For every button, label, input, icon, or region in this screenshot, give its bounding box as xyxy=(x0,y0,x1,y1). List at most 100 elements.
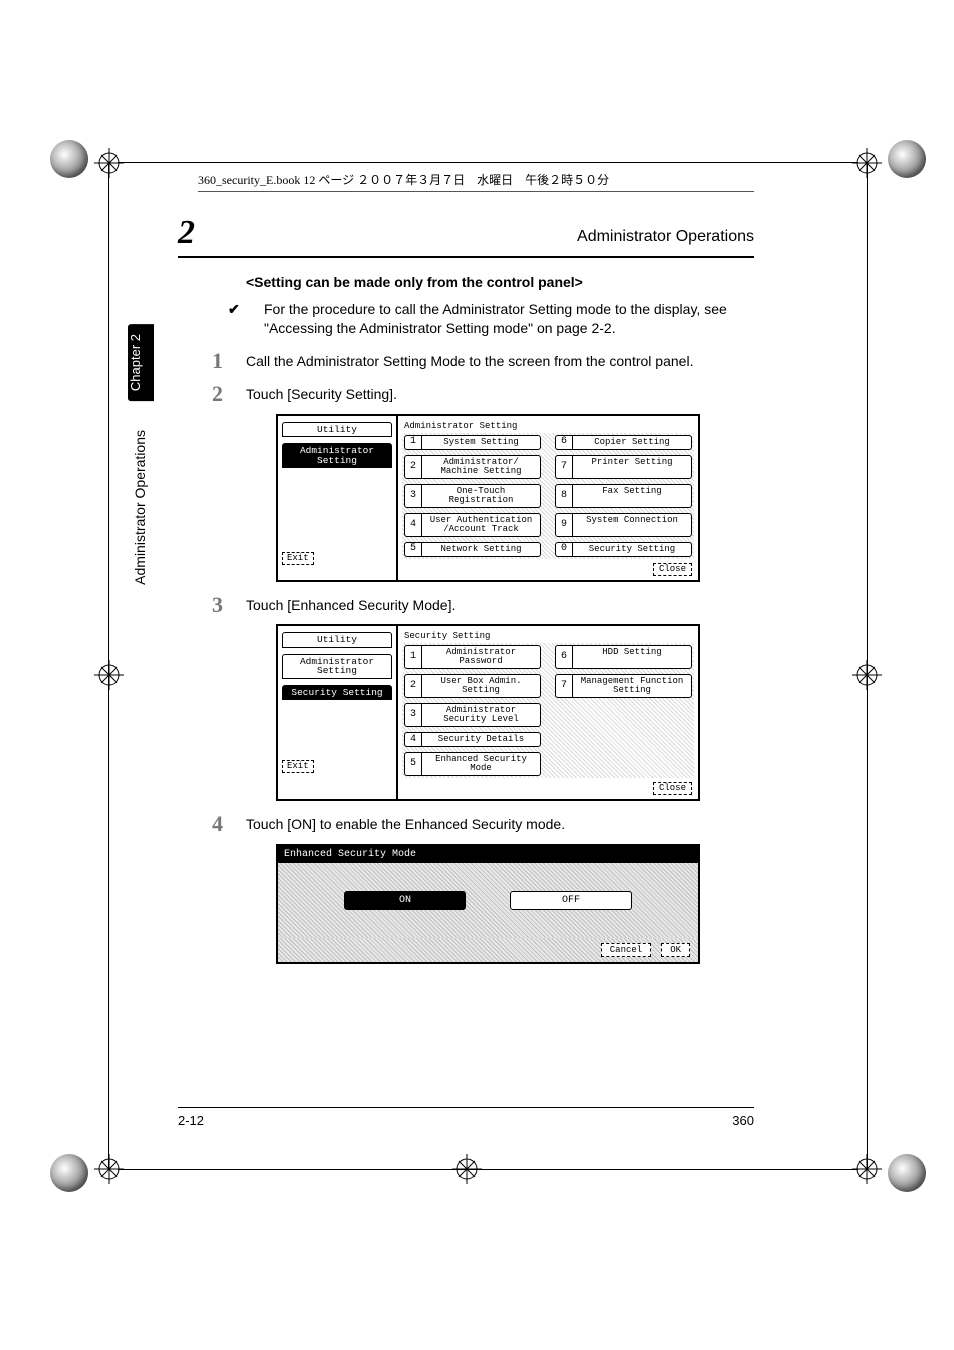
menu-item[interactable]: 5Network Setting xyxy=(404,542,541,557)
menu-item[interactable]: 9System Connection xyxy=(555,513,692,537)
menu-item[interactable]: 8Fax Setting xyxy=(555,484,692,508)
tab-admin-setting[interactable]: Administrator Setting xyxy=(282,443,392,468)
ok-button[interactable]: OK xyxy=(661,943,690,957)
menu-item-number: 4 xyxy=(405,514,422,536)
corner-sphere xyxy=(888,140,926,178)
menu-item[interactable]: 3One-Touch Registration xyxy=(404,484,541,508)
menu-item-number: 3 xyxy=(405,485,422,507)
crop-rule xyxy=(867,162,868,1170)
subheading: <Setting can be made only from the contr… xyxy=(246,274,744,290)
menu-item-label: Administrator Security Level xyxy=(422,704,540,726)
panel-title: Security Setting xyxy=(404,632,692,641)
menu-item[interactable]: 1System Setting xyxy=(404,435,541,450)
step-number: 1 xyxy=(212,348,223,374)
menu-item-label: Enhanced Security Mode xyxy=(422,753,540,775)
menu-item[interactable]: 7Printer Setting xyxy=(555,455,692,479)
step-number: 4 xyxy=(212,811,223,837)
tab-admin-setting[interactable]: Administrator Setting xyxy=(282,654,392,679)
off-button[interactable]: OFF xyxy=(510,891,632,910)
menu-item-number: 9 xyxy=(556,514,573,536)
menu-item-number: 7 xyxy=(556,456,573,478)
step: 1 Call the Administrator Setting Mode to… xyxy=(246,352,744,371)
section-title: Administrator Operations xyxy=(577,228,754,246)
chapter-tab: Chapter 2 xyxy=(128,324,154,401)
step: 3 Touch [Enhanced Security Mode]. xyxy=(246,596,744,615)
menu-item-label: HDD Setting xyxy=(573,646,691,668)
prerequisite-note: ✔For the procedure to call the Administr… xyxy=(264,300,744,338)
menu-item[interactable]: 2User Box Admin. Setting xyxy=(404,674,541,698)
close-button[interactable]: Close xyxy=(653,563,692,576)
menu-item[interactable]: 7Management Function Setting xyxy=(555,674,692,698)
panel-title: Administrator Setting xyxy=(404,422,692,431)
menu-item-label: System Setting xyxy=(422,436,540,449)
menu-item-number: 2 xyxy=(405,675,422,697)
prerequisite-text: For the procedure to call the Administra… xyxy=(264,301,727,336)
sidebar-section-label: Administrator Operations xyxy=(132,430,150,585)
menu-item-label: Management Function Setting xyxy=(573,675,691,697)
menu-item[interactable]: 3Administrator Security Level xyxy=(404,703,541,727)
menu-item-number: 1 xyxy=(405,436,422,449)
menu-item-label: Security Setting xyxy=(573,543,691,556)
footer-rule xyxy=(178,1107,754,1108)
exit-button[interactable]: Exit xyxy=(282,552,314,565)
exit-button[interactable]: Exit xyxy=(282,760,314,773)
crop-rule xyxy=(118,162,858,163)
section-number: 2 xyxy=(178,214,195,252)
menu-item[interactable]: 1Administrator Password xyxy=(404,645,541,669)
lcd-panel: Utility Administrator Setting Exit Admin… xyxy=(276,414,700,582)
menu-item[interactable]: 2Administrator/ Machine Setting xyxy=(404,455,541,479)
section-header: 2 Administrator Operations xyxy=(178,214,754,258)
step-text: Touch [Security Setting]. xyxy=(246,386,397,402)
tab-utility[interactable]: Utility xyxy=(282,632,392,648)
menu-item[interactable]: 6Copier Setting xyxy=(555,435,692,450)
menu-item-label: Copier Setting xyxy=(573,436,691,449)
menu-item-number: 5 xyxy=(405,543,422,556)
registration-mark-icon xyxy=(94,660,124,690)
menu-item-label: Administrator/ Machine Setting xyxy=(422,456,540,478)
crop-rule xyxy=(118,1169,858,1170)
menu-item-number: 5 xyxy=(405,753,422,775)
menu-item-number: 2 xyxy=(405,456,422,478)
menu-item[interactable]: 5Enhanced Security Mode xyxy=(404,752,541,776)
close-button[interactable]: Close xyxy=(653,782,692,795)
lcd-panel: Utility Administrator Setting Security S… xyxy=(276,624,700,801)
checkmark-icon: ✔ xyxy=(246,300,264,319)
menu-item-number: 7 xyxy=(556,675,573,697)
panel-title: Enhanced Security Mode xyxy=(278,846,698,863)
menu-item-label: User Box Admin. Setting xyxy=(422,675,540,697)
corner-sphere xyxy=(888,1154,926,1192)
menu-item-number: 6 xyxy=(556,436,573,449)
print-header: 360_security_E.book 12 ページ ２００７年３月７日 水曜日… xyxy=(198,171,754,192)
menu-item-label: System Connection xyxy=(573,514,691,536)
menu-item[interactable]: 4Security Details xyxy=(404,732,541,747)
page-number: 2-12 xyxy=(178,1113,204,1128)
menu-item-label: Administrator Password xyxy=(422,646,540,668)
model-number: 360 xyxy=(732,1113,754,1128)
screenshot-security-setting: Utility Administrator Setting Security S… xyxy=(276,624,744,801)
corner-sphere xyxy=(50,1154,88,1192)
cancel-button[interactable]: Cancel xyxy=(601,943,651,957)
menu-item-number: 1 xyxy=(405,646,422,668)
screenshot-admin-setting: Utility Administrator Setting Exit Admin… xyxy=(276,414,744,582)
step-number: 3 xyxy=(212,592,223,618)
crop-rule xyxy=(108,162,109,1170)
menu-item[interactable]: 6HDD Setting xyxy=(555,645,692,669)
lcd-panel: Enhanced Security Mode ON OFF Cancel OK xyxy=(276,844,700,964)
menu-item-label: Network Setting xyxy=(422,543,540,556)
step-text: Call the Administrator Setting Mode to t… xyxy=(246,353,693,369)
step: 2 Touch [Security Setting]. xyxy=(246,385,744,404)
menu-item-number: 3 xyxy=(405,704,422,726)
menu-item[interactable]: 4User Authentication /Account Track xyxy=(404,513,541,537)
menu-item-number: 8 xyxy=(556,485,573,507)
menu-item-label: One-Touch Registration xyxy=(422,485,540,507)
step-text: Touch [Enhanced Security Mode]. xyxy=(246,597,455,613)
on-button[interactable]: ON xyxy=(344,891,466,910)
menu-item-number: 4 xyxy=(405,733,422,746)
menu-item-number: 6 xyxy=(556,646,573,668)
tab-utility[interactable]: Utility xyxy=(282,422,392,438)
menu-item-label: Fax Setting xyxy=(573,485,691,507)
step-number: 2 xyxy=(212,381,223,407)
body: <Setting can be made only from the contr… xyxy=(246,260,744,978)
tab-security-setting[interactable]: Security Setting xyxy=(282,685,392,701)
menu-item[interactable]: 0Security Setting xyxy=(555,542,692,557)
